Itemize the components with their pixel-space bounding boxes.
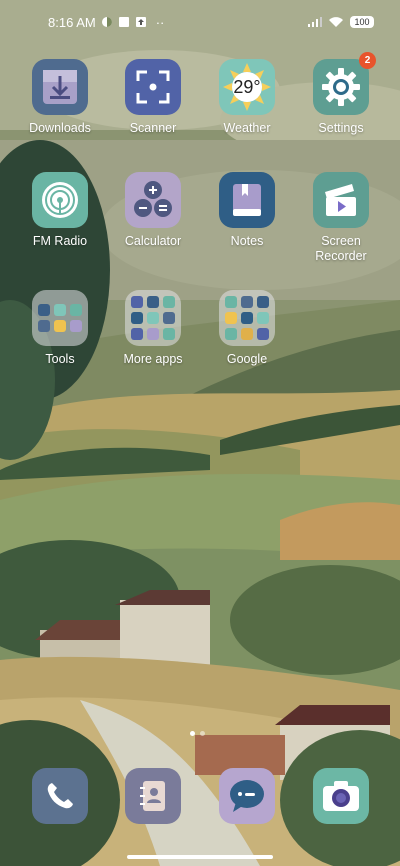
sun-icon: 29° <box>219 59 275 115</box>
app-label: Scanner <box>129 121 177 135</box>
folder-label: Google <box>226 352 268 366</box>
dock-messages[interactable] <box>201 768 293 824</box>
app-label: FM Radio <box>32 234 88 248</box>
app-label: Notes <box>230 234 264 248</box>
image-notification-icon <box>118 17 129 27</box>
app-fm-radio[interactable]: FM Radio <box>14 172 106 249</box>
folder-icon <box>219 290 275 346</box>
status-bar: 8:16 AM ·· 100 <box>0 0 400 44</box>
radio-icon <box>32 172 88 228</box>
app-scanner[interactable]: Scanner <box>107 59 199 136</box>
app-label: Screen Recorder <box>315 234 367 263</box>
folder-icon <box>125 290 181 346</box>
page-dot <box>190 731 195 736</box>
app-label: Downloads <box>29 121 91 135</box>
message-icon <box>219 768 275 824</box>
app-label: Weather <box>223 121 271 135</box>
calculator-icon <box>125 172 181 228</box>
clock: 8:16 AM <box>48 14 96 30</box>
app-notes[interactable]: Notes <box>201 172 293 249</box>
more-notifications: ·· <box>155 14 165 30</box>
camera-icon <box>313 768 369 824</box>
home-indicator[interactable] <box>127 855 273 859</box>
signal-icon <box>308 17 322 27</box>
app-weather[interactable]: 29° Weather <box>201 59 293 136</box>
folder-label: More apps <box>123 352 183 366</box>
folder-icon <box>32 290 88 346</box>
gear-icon: 2 <box>313 52 376 115</box>
scanner-icon <box>125 59 181 115</box>
app-downloads[interactable]: Downloads <box>14 59 106 136</box>
dock-phone[interactable] <box>14 768 106 824</box>
folder-tools[interactable]: Tools <box>14 290 106 367</box>
dock-camera[interactable] <box>295 768 387 824</box>
vpn-icon <box>101 17 112 27</box>
upload-notification-icon <box>135 17 146 27</box>
phone-icon <box>32 768 88 824</box>
page-indicator <box>190 731 205 736</box>
folder-more-apps[interactable]: More apps <box>107 290 199 367</box>
app-screen-recorder[interactable]: Screen Recorder <box>295 172 387 264</box>
app-calculator[interactable]: Calculator <box>107 172 199 249</box>
notification-badge: 2 <box>359 52 376 69</box>
dock-contacts[interactable] <box>107 768 199 824</box>
wifi-icon <box>329 17 343 27</box>
folder-google[interactable]: Google <box>201 290 293 367</box>
weather-temperature: 29° <box>233 76 261 97</box>
notes-icon <box>219 172 275 228</box>
app-label: Calculator <box>124 234 182 248</box>
contacts-icon <box>125 768 181 824</box>
clapper-icon <box>313 172 369 228</box>
download-icon <box>32 59 88 115</box>
app-label: Settings <box>318 121 364 135</box>
folder-label: Tools <box>45 352 75 366</box>
battery-indicator: 100 <box>350 16 374 28</box>
page-dot <box>200 731 205 736</box>
app-settings[interactable]: 2 Settings <box>295 52 387 136</box>
